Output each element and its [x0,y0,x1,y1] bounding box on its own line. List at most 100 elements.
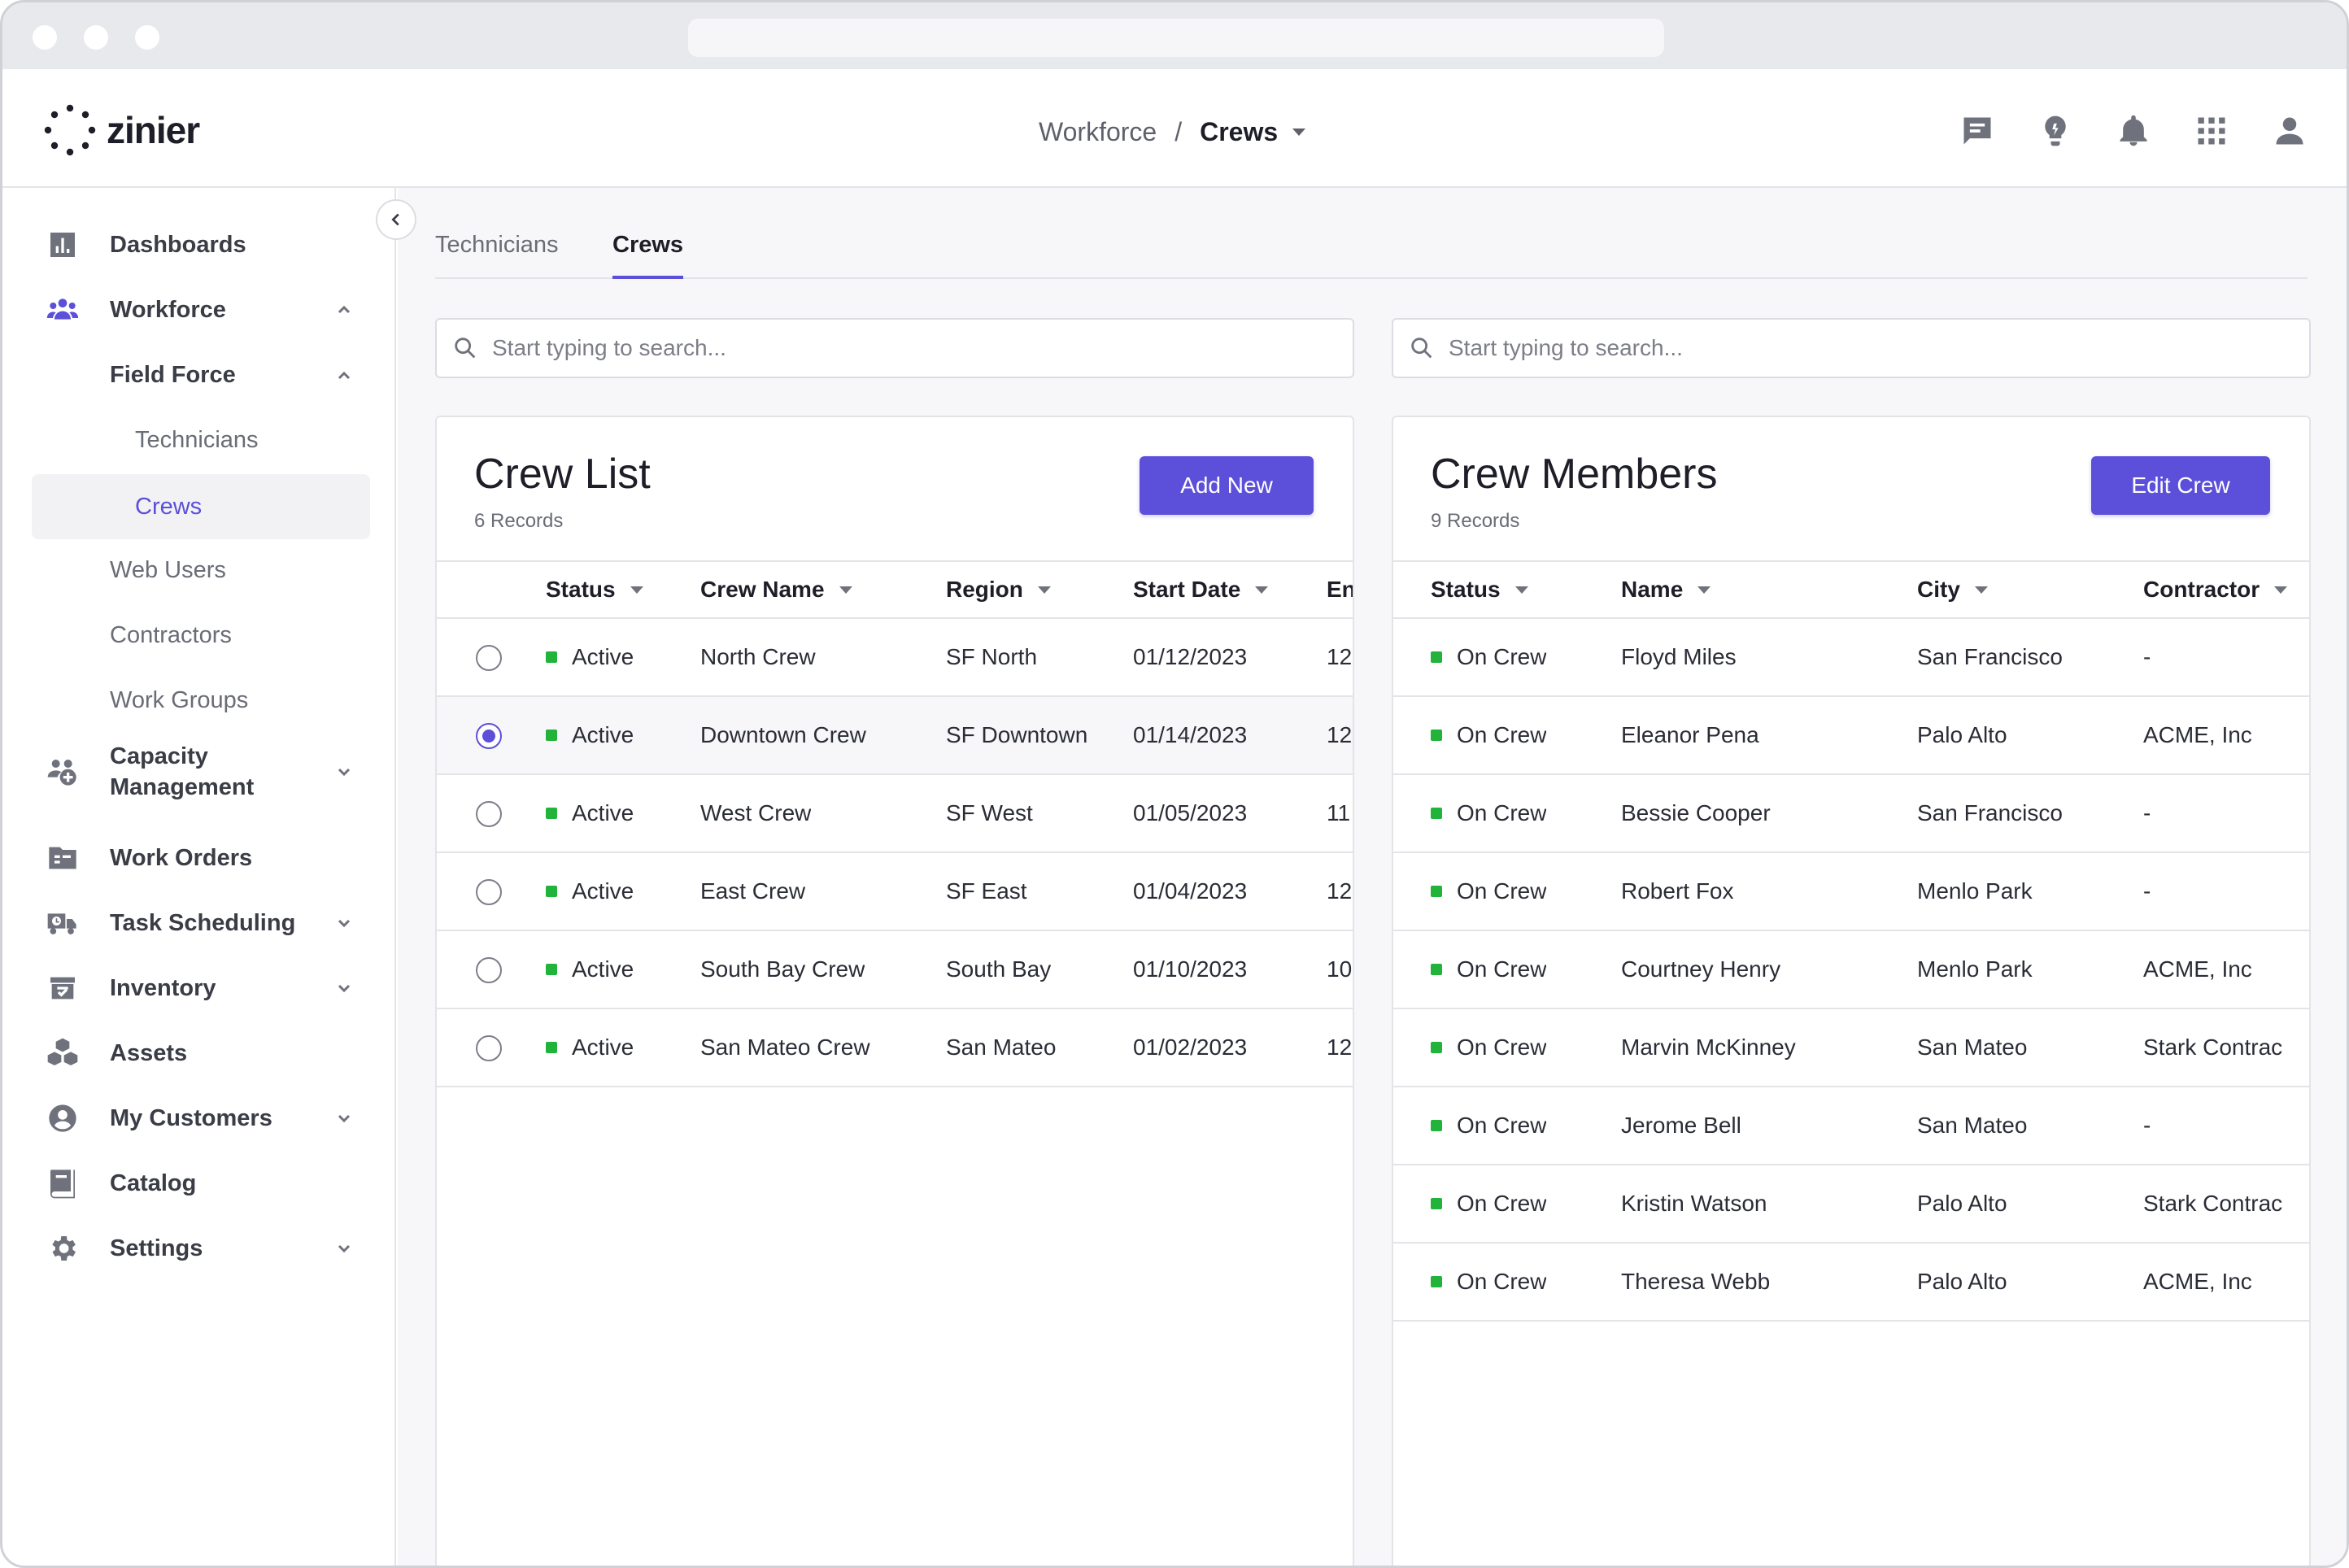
column-region[interactable]: Region [946,562,1051,617]
row-radio[interactable] [476,1035,502,1061]
table-row[interactable]: Active South Bay Crew South Bay 01/10/20… [437,931,1353,1009]
crew-search-field[interactable] [435,318,1354,378]
table-row[interactable]: On Crew Eleanor Pena Palo Alto ACME, Inc [1393,697,2309,775]
status-text: Active [572,878,634,904]
contractor-cell: - [2143,800,2151,825]
status-dot [546,651,557,663]
crew-members-record-count: 9 Records [1431,510,1520,532]
sidebar-item-my-customers[interactable]: My Customers [32,1089,370,1148]
sort-caret-icon[interactable] [1974,586,1988,594]
sidebar-item-technicians[interactable]: Technicians [32,409,370,471]
lightbulb-icon[interactable] [2036,111,2075,150]
tab-crews[interactable]: Crews [612,222,684,279]
row-radio[interactable] [476,879,502,905]
sidebar-item-work-orders[interactable]: Work Orders [32,829,370,887]
column-label: City [1917,577,1960,602]
table-row[interactable]: On Crew Bessie Cooper San Francisco - [1393,775,2309,853]
member-search-input[interactable] [1449,335,2262,361]
sidebar-item-field-force[interactable]: Field Force [32,344,370,406]
gear-icon [45,1230,81,1266]
sort-caret-icon[interactable] [1514,586,1528,594]
sidebar-item-task-scheduling[interactable]: Task Scheduling [32,894,370,952]
column-crew-name[interactable]: Crew Name [700,562,852,617]
capacity-icon [45,754,81,790]
sort-caret-icon[interactable] [839,586,852,594]
region-cell: SF Downtown [946,722,1088,747]
member-name-cell: Courtney Henry [1621,956,1781,982]
status-text: On Crew [1457,1269,1547,1294]
sidebar-item-catalog[interactable]: Catalog [32,1154,370,1213]
column-label: Status [546,577,616,602]
table-row[interactable]: Active Downtown Crew SF Downtown 01/14/2… [437,697,1353,775]
tab-technicians[interactable]: Technicians [435,222,559,279]
sidebar-item-workforce[interactable]: Workforce [32,281,370,339]
sidebar-item-crews[interactable]: Crews [32,474,370,539]
window-control-close[interactable] [33,25,57,50]
table-row[interactable]: On Crew Jerome Bell San Mateo - [1393,1087,2309,1165]
breadcrumb-crews[interactable]: Crews [1200,117,1278,147]
chevron-down-icon[interactable] [334,762,354,782]
crew-search-input[interactable] [492,335,1305,361]
table-row[interactable]: Active East Crew SF East 01/04/2023 12 [437,853,1353,931]
user-icon[interactable] [2270,111,2309,150]
row-radio[interactable] [476,645,502,671]
sort-caret-icon[interactable] [1037,586,1051,594]
edit-crew-button[interactable]: Edit Crew [2091,456,2270,515]
window-control-minimize[interactable] [84,25,108,50]
bell-icon[interactable] [2114,111,2153,150]
sort-caret-icon[interactable] [1255,586,1269,594]
chevron-down-icon[interactable] [1292,128,1306,136]
member-search-field[interactable] [1392,318,2311,378]
column-name[interactable]: Name [1621,562,1711,617]
row-radio[interactable] [476,723,502,749]
table-row[interactable]: On Crew Courtney Henry Menlo Park ACME, … [1393,931,2309,1009]
sidebar-item-settings[interactable]: Settings [32,1219,370,1278]
sidebar-collapse-button[interactable] [376,199,416,240]
sort-caret-icon[interactable] [630,586,643,594]
tab-bar: Technicians Crews [435,222,2308,279]
browser-window: zinier Workforce / Crews Dashboards Work… [0,0,2349,1568]
chevron-down-icon[interactable] [334,1239,354,1258]
table-row[interactable]: Active North Crew SF North 01/12/2023 12 [437,619,1353,697]
column-start-date[interactable]: Start Date [1133,562,1269,617]
column-status[interactable]: Status [546,562,643,617]
sidebar-item-inventory[interactable]: Inventory [32,959,370,1017]
row-radio[interactable] [476,957,502,983]
chevron-down-icon[interactable] [334,978,354,998]
chevron-down-icon[interactable] [334,1108,354,1128]
sidebar-item-contractors[interactable]: Contractors [32,604,370,666]
column-status[interactable]: Status [1431,562,1528,617]
address-bar[interactable] [688,19,1664,57]
table-row[interactable]: On Crew Robert Fox Menlo Park - [1393,853,2309,931]
chat-icon[interactable] [1958,111,1997,150]
breadcrumb-workforce[interactable]: Workforce [1039,117,1157,147]
add-new-button[interactable]: Add New [1140,456,1314,515]
table-row[interactable]: Active San Mateo Crew San Mateo 01/02/20… [437,1009,1353,1087]
sidebar-item-capacity-management[interactable]: Capacity Management [32,733,370,811]
column-contractor[interactable]: Contractor [2143,562,2288,617]
sidebar-item-work-groups[interactable]: Work Groups [32,669,370,731]
table-row[interactable]: On Crew Theresa Webb Palo Alto ACME, Inc [1393,1244,2309,1322]
sidebar-item-assets[interactable]: Assets [32,1024,370,1082]
chevron-up-icon[interactable] [334,365,354,385]
sort-caret-icon[interactable] [2274,586,2288,594]
apps-grid-icon[interactable] [2192,111,2231,150]
sidebar-item-dashboards[interactable]: Dashboards [32,216,370,274]
table-row[interactable]: On Crew Kristin Watson Palo Alto Stark C… [1393,1165,2309,1244]
table-row[interactable]: On Crew Marvin McKinney San Mateo Stark … [1393,1009,2309,1087]
chevron-down-icon[interactable] [334,913,354,933]
table-row[interactable]: On Crew Floyd Miles San Francisco - [1393,619,2309,697]
row-radio[interactable] [476,801,502,827]
column-end-date[interactable]: En [1327,562,1353,617]
sort-caret-icon[interactable] [1697,586,1711,594]
sidebar-item-label: Contractors [110,621,232,648]
table-row[interactable]: Active West Crew SF West 01/05/2023 11 [437,775,1353,853]
city-cell: Menlo Park [1917,878,2033,904]
window-control-maximize[interactable] [135,25,159,50]
city-cell: San Francisco [1917,644,2063,669]
column-city[interactable]: City [1917,562,1988,617]
member-name-cell: Kristin Watson [1621,1191,1767,1216]
chevron-up-icon[interactable] [334,300,354,320]
zinier-logo[interactable]: zinier [43,102,200,159]
sidebar-item-web-users[interactable]: Web Users [32,539,370,601]
